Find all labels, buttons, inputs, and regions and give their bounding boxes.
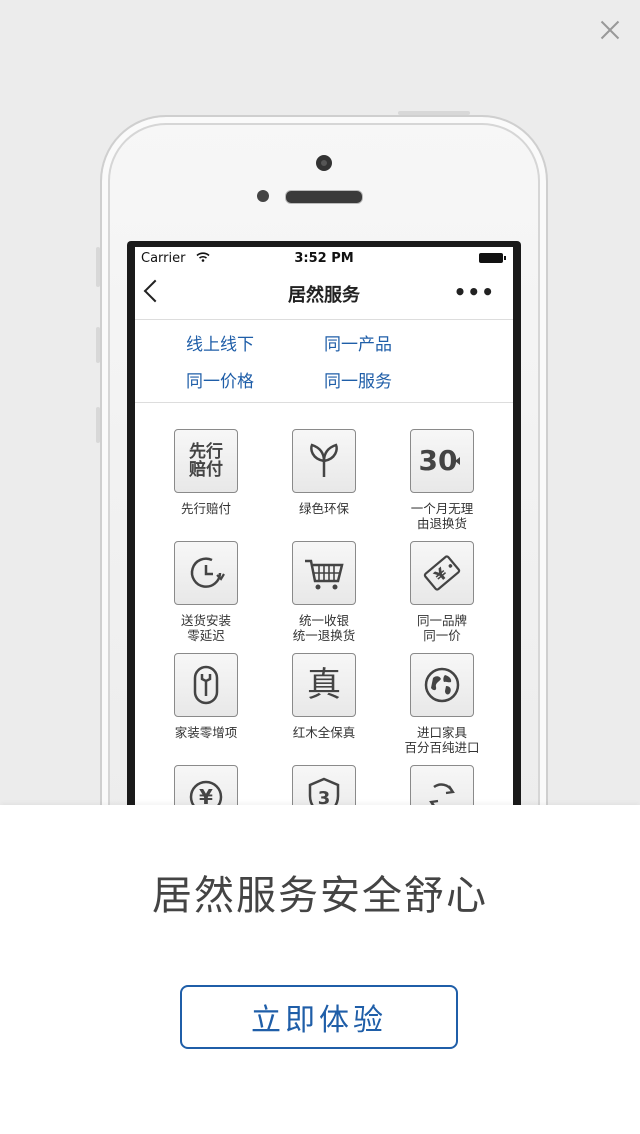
service-label: 红木全保真 xyxy=(292,725,356,740)
phone-mockup: Carrier 3:52 PM 居然服务 ••• 线上线下 同一产品 同一价格 … xyxy=(96,111,548,887)
close-icon[interactable] xyxy=(598,18,622,42)
service-label: 统一收银 统一退换货 xyxy=(292,613,356,643)
service-item[interactable]: 家装零增项 xyxy=(147,653,265,755)
thirty-days-icon: 30 xyxy=(410,429,474,493)
slogan-online-offline: 线上线下 xyxy=(186,335,254,355)
service-label: 送货安装 零延迟 xyxy=(180,613,231,643)
xianxing-peifu-icon: 先行 赔付 xyxy=(174,429,238,493)
sprout-icon xyxy=(292,429,356,493)
page-title: 居然服务 xyxy=(288,285,360,306)
status-bar: Carrier 3:52 PM xyxy=(135,247,513,269)
cart-icon xyxy=(292,541,356,605)
back-chevron-icon[interactable] xyxy=(143,279,167,303)
service-label: 一个月无理 由退换货 xyxy=(410,501,474,531)
wrench-icon xyxy=(174,653,238,717)
slogan-same-service: 同一服务 xyxy=(324,372,392,392)
service-label: 家装零增项 xyxy=(174,725,238,740)
nav-bar: 居然服务 ••• xyxy=(135,269,513,320)
earpiece-speaker xyxy=(285,190,363,204)
status-time: 3:52 PM xyxy=(294,250,354,266)
service-item[interactable]: ¥ 同一品牌 同一价 xyxy=(383,541,501,643)
service-item[interactable]: 进口家具 百分百纯进口 xyxy=(383,653,501,755)
battery-icon xyxy=(479,253,506,263)
phone-volume-up xyxy=(96,327,100,363)
screen-frame: Carrier 3:52 PM 居然服务 ••• 线上线下 同一产品 同一价格 … xyxy=(127,241,521,887)
service-label: 进口家具 百分百纯进口 xyxy=(404,725,480,755)
service-label: 绿色环保 xyxy=(298,501,349,516)
zhen-icon: 真 xyxy=(292,653,356,717)
phone-screen: Carrier 3:52 PM 居然服务 ••• 线上线下 同一产品 同一价格 … xyxy=(135,247,513,887)
service-item[interactable]: 30 一个月无理 由退换货 xyxy=(383,429,501,531)
front-camera xyxy=(316,155,332,171)
proximity-sensor xyxy=(257,190,269,202)
service-item[interactable]: 真 红木全保真 xyxy=(265,653,383,755)
bottom-panel: 居然服务安全舒心 立即体验 xyxy=(0,805,640,1134)
service-item[interactable]: 绿色环保 xyxy=(265,429,383,531)
service-item[interactable]: 统一收银 统一退换货 xyxy=(265,541,383,643)
more-options-icon[interactable]: ••• xyxy=(454,282,495,302)
service-item[interactable]: 先行 赔付 先行赔付 xyxy=(147,429,265,531)
slogan-block: 线上线下 同一产品 同一价格 同一服务 xyxy=(135,320,513,403)
globe-icon xyxy=(410,653,474,717)
service-grid: 先行 赔付 先行赔付 绿色环保 30 一个月无理 由退换货 送货安装 零延迟 统… xyxy=(135,403,513,867)
try-now-button[interactable]: 立即体验 xyxy=(180,985,458,1049)
phone-volume-down xyxy=(96,407,100,443)
clock-icon xyxy=(174,541,238,605)
service-label: 先行赔付 xyxy=(180,501,231,516)
slogan-same-price: 同一价格 xyxy=(186,372,254,392)
headline: 居然服务安全舒心 xyxy=(152,873,488,919)
service-label: 同一品牌 同一价 xyxy=(416,613,467,643)
service-item[interactable]: 送货安装 零延迟 xyxy=(147,541,265,643)
phone-mute-switch xyxy=(96,247,100,287)
phone-power-button xyxy=(398,111,470,115)
price-tag-icon: ¥ xyxy=(410,541,474,605)
slogan-same-product: 同一产品 xyxy=(324,335,392,355)
